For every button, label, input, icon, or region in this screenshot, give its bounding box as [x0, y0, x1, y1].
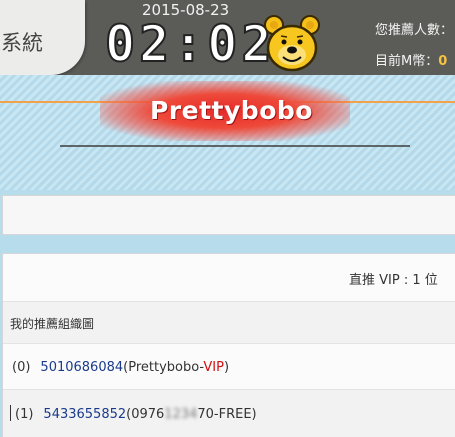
node-id-link[interactable]: 5010686084 [40, 360, 123, 375]
masked-phone-digits: 1234 [164, 407, 198, 422]
clock-display: 02:02 [104, 15, 276, 73]
recommend-panel: 直推 VIP : 1 位 我的推薦組織圖 (0) 5010686084(Prett… [2, 253, 455, 437]
coin-info: 目前M幣：0 [375, 50, 447, 69]
node-name-suffix: ) [223, 360, 230, 375]
tree-node-row[interactable]: (0) 5010686084(Prettybobo-VIP) [3, 344, 455, 390]
node-level: (0) [12, 360, 31, 375]
node-level: (1) [15, 407, 34, 422]
clock-digits: 02:02 [104, 15, 276, 73]
node-name-prefix: (Prettybobo- [123, 360, 204, 375]
brand-underline [60, 145, 410, 147]
recommend-count-label: 您推薦人數： [375, 23, 454, 38]
bear-face-icon [264, 15, 320, 72]
node-id-link[interactable]: 5433655852 [43, 407, 126, 422]
tree-title: 我的推薦組織圖 [10, 317, 95, 331]
header-bar: 入系統 2015-08-23 02:02 您推薦人數： 目前M幣：0 [0, 0, 455, 75]
coin-value: 0 [438, 54, 448, 69]
direct-vip-count: 直推 VIP : 1 位 [349, 273, 438, 288]
node-name-suffix: 70-FREE) [197, 407, 257, 422]
coin-label: 目前M幣： [375, 54, 439, 69]
tree-node[interactable]: (1) 5433655852(0976123470-FREE) [10, 405, 257, 422]
tree-node[interactable]: (0) 5010686084(Prettybobo-VIP) [12, 360, 229, 375]
brand-title: Prettybobo [150, 96, 313, 125]
vip-summary-row: 直推 VIP : 1 位 [3, 254, 455, 302]
login-label[interactable]: 入系統 [0, 27, 43, 57]
tree-node-row[interactable]: (1) 5433655852(0976123470-FREE) [3, 390, 455, 437]
node-tier-badge: VIP [203, 360, 224, 375]
login-tab[interactable]: 入系統 [0, 0, 85, 75]
node-name-prefix: (0976 [126, 407, 165, 422]
tree-title-row: 我的推薦組織圖 [3, 302, 455, 344]
empty-panel [2, 195, 455, 235]
